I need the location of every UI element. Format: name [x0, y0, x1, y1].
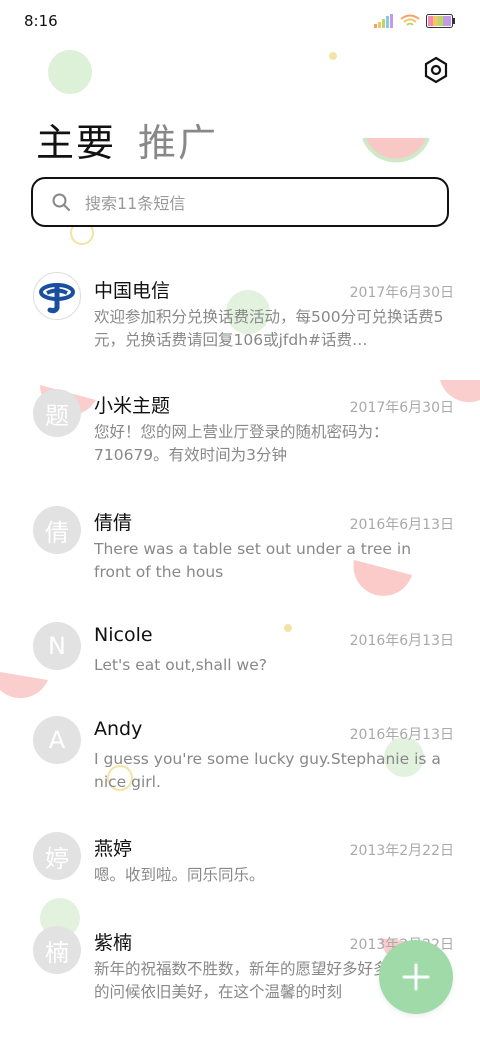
- message-preview: 您好！您的网上营业厅登录的随机密码为：710679。有效时间为3分钟: [94, 423, 389, 464]
- message-preview: I guess you're some lucky guy.Stephanie …: [94, 750, 441, 791]
- tab-promotion[interactable]: 推广: [138, 112, 218, 167]
- settings-hexagon-icon: [424, 56, 448, 84]
- message-date: 2013年2月22日: [349, 843, 454, 859]
- avatar: A: [33, 716, 81, 764]
- contact-name: 紫楠: [94, 932, 133, 954]
- battery-icon: [426, 14, 455, 28]
- avatar: 楠: [33, 926, 81, 974]
- message-preview: There was a table set out under a tree i…: [94, 540, 412, 581]
- wifi-icon: [400, 14, 420, 26]
- message-date: 2016年6月13日: [349, 517, 454, 533]
- message-row[interactable]: A Andy 2016年6月13日 I guess you're some lu…: [0, 714, 480, 814]
- contact-name: Andy: [94, 718, 143, 740]
- message-date: 2016年6月13日: [349, 633, 454, 649]
- settings-button[interactable]: [422, 56, 450, 84]
- contact-name: 倩倩: [94, 512, 133, 534]
- message-preview: 欢迎参加积分兑换话费活动，每500分可兑换话费5元，兑换话费请回复106或jfd…: [94, 308, 444, 349]
- message-date: 2017年6月30日: [349, 400, 454, 416]
- message-row[interactable]: 婷 燕婷 2013年2月22日 嗯。收到啦。同乐同乐。: [0, 830, 480, 930]
- search-placeholder: 搜索11条短信: [85, 194, 186, 213]
- search-icon: [52, 193, 70, 211]
- plus-icon: [402, 963, 430, 991]
- avatar: 倩: [33, 506, 81, 554]
- message-preview: Let's eat out,shall we?: [94, 656, 267, 674]
- status-bar: 8:16: [0, 0, 480, 42]
- contact-name: 中国电信: [94, 280, 171, 302]
- message-row[interactable]: 倩 倩倩 2016年6月13日 There was a table set ou…: [0, 504, 480, 604]
- china-telecom-logo-icon: [39, 283, 75, 314]
- contact-name: Nicole: [94, 624, 153, 646]
- search-input[interactable]: 搜索11条短信: [31, 177, 449, 227]
- avatar: N: [33, 622, 81, 670]
- avatar: 婷: [33, 832, 81, 880]
- message-date: 2016年6月13日: [349, 727, 454, 743]
- message-preview: 嗯。收到啦。同乐同乐。: [94, 866, 265, 884]
- compose-button[interactable]: [379, 940, 453, 1014]
- avatar: 题: [33, 389, 81, 437]
- avatar: [33, 272, 81, 320]
- contact-name: 小米主题: [94, 395, 171, 417]
- status-time: 8:16: [24, 12, 58, 30]
- signal-icon: [374, 14, 393, 28]
- tab-primary[interactable]: 主要: [36, 112, 116, 167]
- message-row[interactable]: 题 小米主题 2017年6月30日 您好！您的网上营业厅登录的随机密码为：710…: [0, 387, 480, 487]
- contact-name: 燕婷: [94, 838, 133, 860]
- status-icons: [374, 14, 456, 28]
- message-row[interactable]: 中国电信 2017年6月30日 欢迎参加积分兑换话费活动，每500分可兑换话费5…: [0, 270, 480, 370]
- message-date: 2017年6月30日: [349, 285, 454, 301]
- tab-bar: 主要 推广: [36, 112, 218, 167]
- message-row[interactable]: N Nicole 2016年6月13日 Let's eat out,shall …: [0, 620, 480, 720]
